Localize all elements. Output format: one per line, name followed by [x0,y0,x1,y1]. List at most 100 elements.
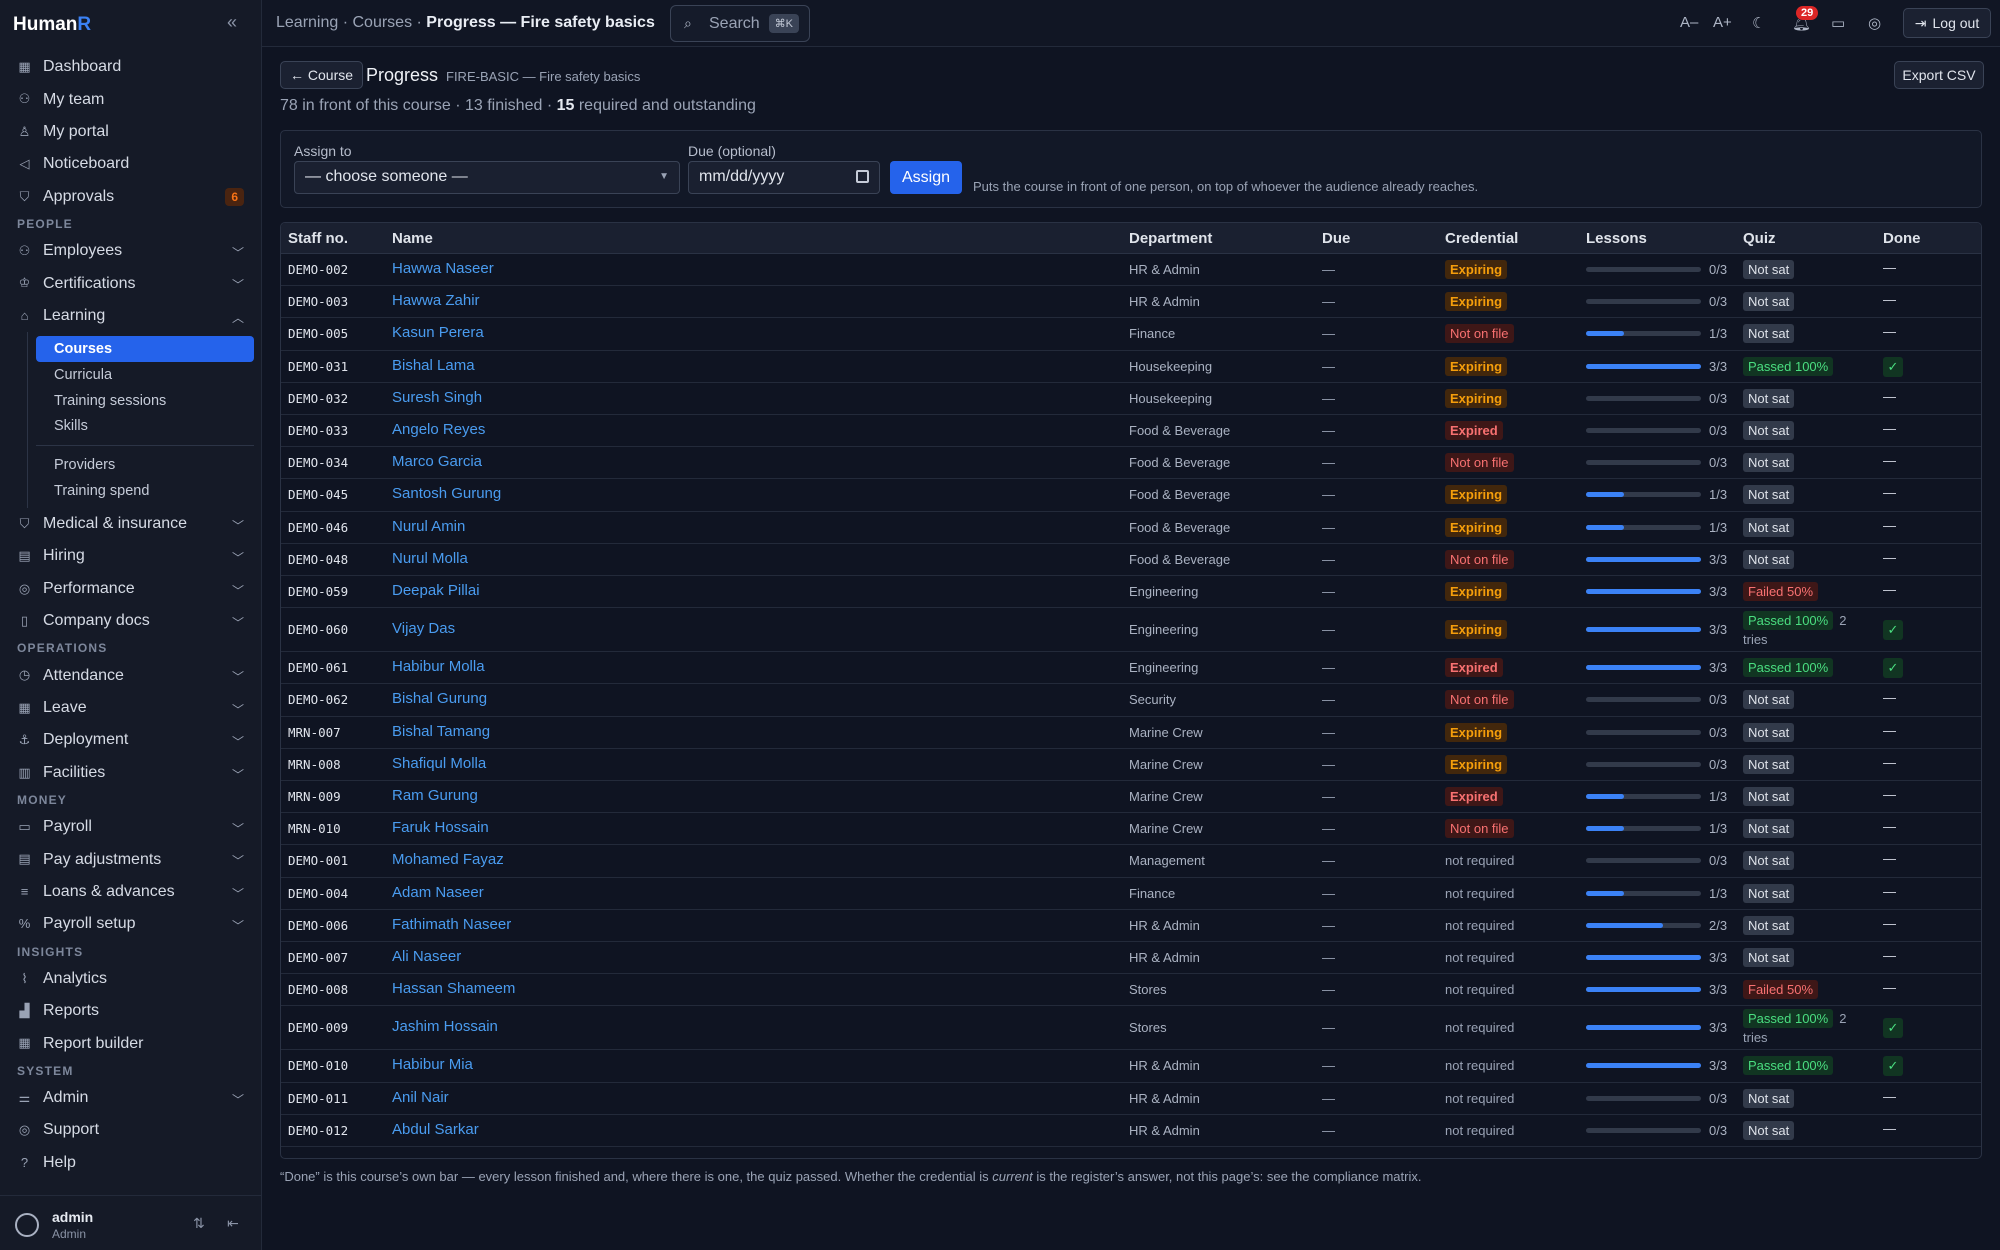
export-csv-button[interactable]: Export CSV [1894,61,1984,89]
sidebar-item-company-docs[interactable]: ▯ Company docs ﹀ [0,605,262,637]
employee-name-link[interactable]: Ali Naseer [392,948,461,965]
employee-name-link[interactable]: Anil Nair [392,1089,449,1106]
sidebar-item-attendance[interactable]: ◷ Attendance ﹀ [0,659,262,691]
employee-name-link[interactable]: Bishal Gurung [392,690,487,707]
sidebar-item-support[interactable]: ◎ Support [0,1114,262,1146]
sidebar-item-deployment[interactable]: ⚓ Deployment ﹀ [0,724,262,756]
col-lessons[interactable]: Lessons [1586,230,1647,247]
quiz-status: Not sat [1743,324,1795,344]
switch-account-icon[interactable]: ⇅ [193,1215,205,1232]
sidebar-item-facilities[interactable]: ▥ Facilities ﹀ [0,757,262,789]
sidebar-subitem-providers[interactable]: Providers [36,452,254,478]
sidebar-item-noticeboard[interactable]: ◁ Noticeboard [0,148,262,180]
coins-icon: ≡ [20,883,29,899]
messages-icon[interactable]: ▭ [1831,14,1845,32]
sign-out-icon[interactable]: ⇤ [227,1215,239,1232]
employee-name-link[interactable]: Angelo Reyes [392,421,485,438]
sidebar-item-dashboard[interactable]: ▦ Dashboard [0,51,262,83]
employee-name-link[interactable]: Nurul Amin [392,518,465,535]
employee-name-link[interactable]: Abdul Sarkar [392,1121,479,1138]
sidebar-subitem-training-sessions[interactable]: Training sessions [36,388,254,414]
receipt-icon: ▤ [18,851,31,867]
employee-name-link[interactable]: Shafiqul Molla [392,755,486,772]
employee-name-link[interactable]: Suresh Singh [392,389,482,406]
search-button[interactable]: ⌕ Search ⌘K [670,5,810,42]
col-department[interactable]: Department [1129,230,1212,247]
employee-name-link[interactable]: Habibur Molla [392,658,485,675]
employee-name-link[interactable]: Jashim Hossain [392,1018,498,1035]
employee-name-link[interactable]: Habibur Mia [392,1056,473,1073]
sidebar-item-my-team[interactable]: ⚇ My team [0,83,262,115]
sidebar-item-approvals[interactable]: ⛉ Approvals 6 [0,181,262,213]
employee-name-link[interactable]: Bishal Tamang [392,723,490,740]
col-due[interactable]: Due [1322,230,1350,247]
employee-name-link[interactable]: Nurul Molla [392,550,468,567]
dark-mode-icon[interactable]: ☾ [1752,14,1765,32]
font-larger-icon[interactable]: A+ [1713,14,1732,31]
not-done-dash: — [1883,549,1896,565]
breadcrumb-learning[interactable]: Learning [276,14,338,31]
collapse-sidebar-icon[interactable]: « [227,12,237,33]
credential-status: not required [1445,916,1514,935]
calendar-icon[interactable] [856,170,869,183]
col-staff[interactable]: Staff no. [288,230,348,247]
employee-name-link[interactable]: Marco Garcia [392,453,482,470]
sidebar-item-performance[interactable]: ◎ Performance ﹀ [0,573,262,605]
done-status: — [1883,421,1896,436]
employee-name-link[interactable]: Faruk Hossain [392,819,489,836]
col-name[interactable]: Name [392,230,433,247]
employee-name-link[interactable]: Adam Naseer [392,884,484,901]
employee-name-link[interactable]: Deepak Pillai [392,582,480,599]
avatar[interactable] [15,1213,39,1237]
sidebar-item-pay-adjustments[interactable]: ▤ Pay adjustments ﹀ [0,843,262,875]
sidebar-item-analytics[interactable]: ⌇ Analytics [0,963,262,995]
sidebar-subitem-curricula[interactable]: Curricula [36,362,254,388]
employee-name-link[interactable]: Kasun Perera [392,324,484,341]
sidebar-subitem-courses[interactable]: Courses [36,336,254,362]
employee-name-link[interactable]: Ram Gurung [392,787,478,804]
font-smaller-icon[interactable]: A– [1680,14,1698,31]
sidebar-item-certifications[interactable]: ♔ Certifications ﹀ [0,267,262,299]
col-quiz[interactable]: Quiz [1743,230,1776,247]
sidebar-item-leave[interactable]: ▦ Leave ﹀ [0,692,262,724]
col-credential[interactable]: Credential [1445,230,1518,247]
sidebar-item-help[interactable]: ? Help [0,1147,262,1179]
sidebar-item-employees[interactable]: ⚇ Employees ﹀ [0,235,262,267]
breadcrumb-courses[interactable]: Courses [353,14,413,31]
sidebar-item-medical-insurance[interactable]: ⛉ Medical & insurance ﹀ [0,508,262,540]
sidebar-item-report-builder[interactable]: ▦ Report builder [0,1027,262,1059]
user-name: admin [52,1209,94,1225]
employee-name-link[interactable]: Hassan Shameem [392,980,515,997]
staff-number: MRN-009 [288,789,341,805]
sidebar-item-hiring[interactable]: ▤ Hiring ﹀ [0,540,262,572]
assign-to-select[interactable]: — choose someone — ▼ [294,161,680,194]
logout-button[interactable]: ⇥ Log out [1903,8,1991,38]
col-done[interactable]: Done [1883,230,1921,247]
table-row: DEMO-003 Hawwa Zahir HR & Admin — Expiring 0/… [281,286,1981,319]
sidebar-item-learning[interactable]: ⌂ Learning ︿ [0,300,262,332]
sidebar-item-reports[interactable]: ▟ Reports [0,995,262,1027]
employee-name-link[interactable]: Fathimath Naseer [392,916,511,933]
sidebar-item-loans-advances[interactable]: ≡ Loans & advances ﹀ [0,876,262,908]
employee-name-link[interactable]: Hawwa Naseer [392,260,494,277]
employee-name-link[interactable]: Bishal Lama [392,357,475,374]
account-icon[interactable]: ◎ [1868,14,1881,32]
assign-button[interactable]: Assign [890,161,962,194]
due-date-input[interactable]: mm/dd/yyyy [688,161,880,194]
sidebar-item-payroll-setup[interactable]: % Payroll setup ﹀ [0,908,262,940]
quiz-status: Not sat [1743,722,1795,742]
brand-logo[interactable]: HumanR [13,14,91,36]
due-date: — [1322,358,1335,374]
employee-name-link[interactable]: Hawwa Zahir [392,292,480,309]
back-to-course-button[interactable]: ← Course [280,61,364,89]
sidebar-subitem-skills[interactable]: Skills [36,414,254,440]
sidebar-item-my-portal[interactable]: ♙ My portal [0,116,262,148]
sidebar-item-admin[interactable]: ⚌ Admin ﹀ [0,1082,262,1114]
done-status: ✓ [1883,1018,1903,1039]
employee-name-link[interactable]: Vijay Das [392,620,455,637]
sidebar-subitem-training-spend[interactable]: Training spend [36,478,254,504]
employee-name-link[interactable]: Mohamed Fayaz [392,851,504,868]
sidebar-item-payroll[interactable]: ▭ Payroll ﹀ [0,811,262,843]
employee-name-link[interactable]: Santosh Gurung [392,485,501,502]
quiz-status: Not sat [1743,421,1795,441]
